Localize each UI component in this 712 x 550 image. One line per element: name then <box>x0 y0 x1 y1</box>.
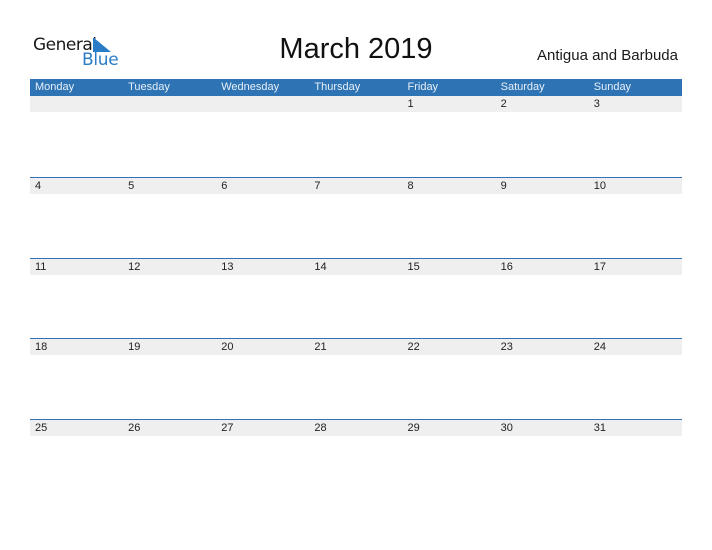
day-cell: 23 <box>500 341 513 354</box>
day-cell: 24 <box>593 341 606 354</box>
weekday-sunday: Sunday <box>593 81 632 93</box>
day-cell: 29 <box>407 422 420 435</box>
calendar-grid: Monday Tuesday Wednesday Thursday Friday… <box>30 79 682 500</box>
day-cell: 19 <box>128 341 141 354</box>
day-cell: 20 <box>221 341 234 354</box>
day-cell: 8 <box>407 180 414 192</box>
day-cell: 21 <box>314 341 327 354</box>
day-cell <box>216 96 309 112</box>
day-cell: 9 <box>500 180 507 192</box>
week-row: 25 26 27 28 29 30 31 <box>30 419 682 500</box>
country-name: Antigua and Barbuda <box>537 47 678 64</box>
weekday-tuesday: Tuesday <box>128 81 170 93</box>
day-cell: 27 <box>221 422 234 435</box>
day-cell <box>123 96 216 112</box>
day-cell: 2 <box>500 98 507 110</box>
day-cell: 30 <box>500 422 513 435</box>
day-cell: 18 <box>35 341 48 354</box>
week-row: 1 2 3 <box>30 96 682 177</box>
week-row: 18 19 20 21 22 23 24 <box>30 338 682 419</box>
day-cell: 25 <box>35 422 48 435</box>
day-cell: 31 <box>593 422 606 435</box>
weekday-friday: Friday <box>407 81 439 93</box>
day-cell: 6 <box>221 180 228 192</box>
day-cell: 5 <box>128 180 135 192</box>
day-cell: 10 <box>593 180 606 192</box>
date-band: 18 19 20 21 22 23 24 <box>30 339 682 356</box>
weekday-thursday: Thursday <box>314 81 361 93</box>
day-cell <box>30 96 123 112</box>
weekday-monday: Monday <box>35 81 75 93</box>
weekday-wednesday: Wednesday <box>221 81 280 93</box>
day-cell: 14 <box>314 260 327 273</box>
day-cell: 28 <box>314 422 327 435</box>
weekday-header: Monday Tuesday Wednesday Thursday Friday… <box>30 79 682 96</box>
day-cell: 12 <box>128 260 141 273</box>
day-cell: 3 <box>593 98 600 110</box>
week-row: 4 5 6 7 8 9 10 <box>30 177 682 258</box>
day-cell: 11 <box>35 260 47 273</box>
day-cell: 16 <box>500 260 513 273</box>
date-band: 25 26 27 28 29 30 31 <box>30 420 682 437</box>
day-cell: 4 <box>35 180 42 192</box>
date-band: 11 12 13 14 15 16 17 <box>30 258 682 275</box>
date-band: 1 2 3 <box>30 96 682 112</box>
day-cell: 26 <box>128 422 141 435</box>
day-cell: 22 <box>407 341 420 354</box>
day-cell: 13 <box>221 260 234 273</box>
day-cell: 17 <box>593 260 606 273</box>
day-cell <box>309 96 402 112</box>
day-cell: 1 <box>407 98 414 110</box>
weekday-saturday: Saturday <box>500 81 545 93</box>
day-cell: 15 <box>407 260 420 273</box>
date-band: 4 5 6 7 8 9 10 <box>30 178 682 194</box>
week-row: 11 12 13 14 15 16 17 <box>30 257 682 339</box>
day-cell: 7 <box>314 180 321 192</box>
